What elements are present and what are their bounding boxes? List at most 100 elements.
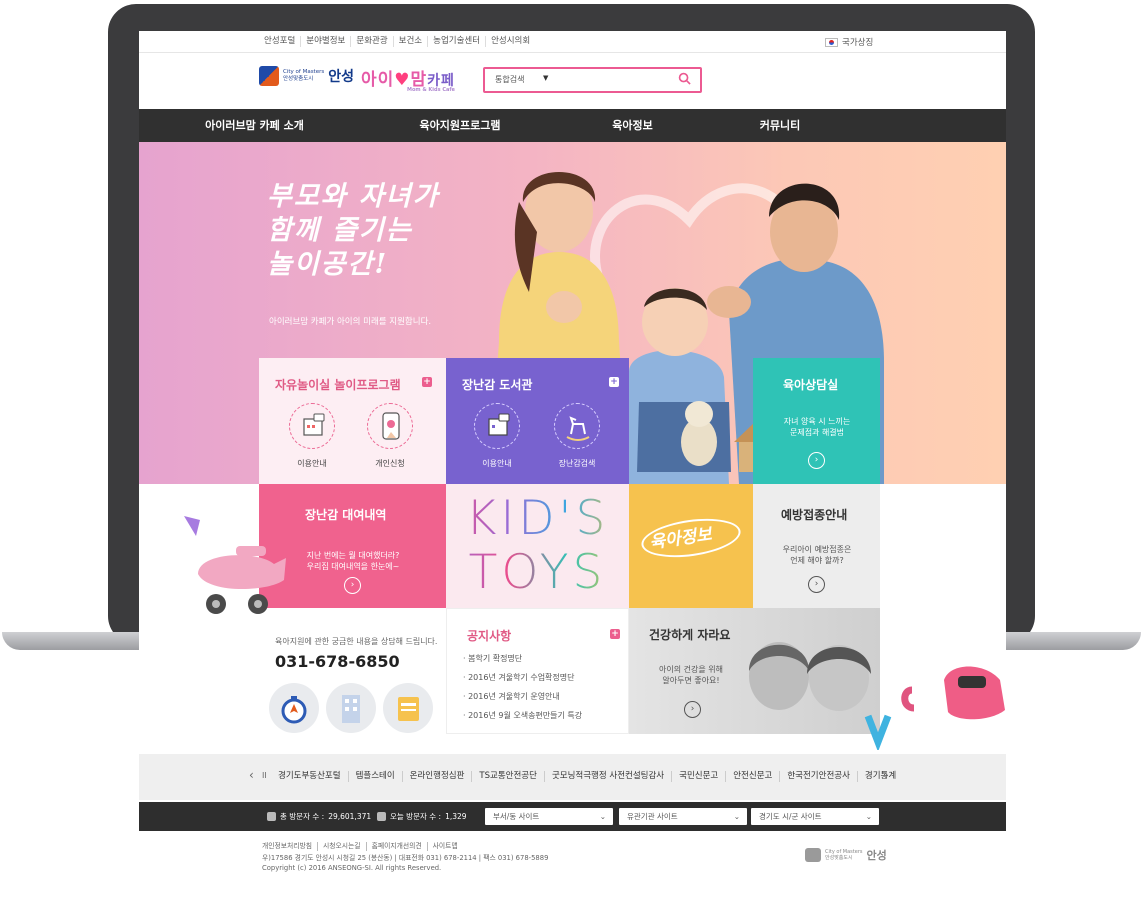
nav-item-community[interactable]: 커뮤니티 xyxy=(705,109,855,142)
rental-more-button[interactable]: › xyxy=(344,577,361,594)
notice-item[interactable]: · 2016년 9월 오색송편만들기 특강 xyxy=(463,706,582,725)
plus-icon[interactable]: + xyxy=(610,629,620,639)
cafe-logo[interactable]: 아이♥맘카페 Mom & Kids Cafe xyxy=(361,65,455,93)
vaccine-desc-line2: 언제 해야 할까? xyxy=(790,556,844,565)
today-visitors-label: 오늘 방문자 수 : xyxy=(390,812,442,821)
city-site-select[interactable]: 경기도 시/군 사이트 ⌄ xyxy=(751,808,879,825)
counsel-desc: 자녀 양육 시 느끼는 문제점과 해결법 xyxy=(767,416,867,438)
free-play-tile[interactable]: 자유놀이실 놀이프로그램 + 이용안내 개인신청 xyxy=(259,358,446,484)
related-link[interactable]: 국민신문고 xyxy=(672,771,727,782)
rocking-horse-icon[interactable] xyxy=(554,403,600,449)
top-link-fields[interactable]: 분야별정보 xyxy=(301,36,352,47)
building-icon[interactable] xyxy=(326,683,376,733)
today-visitors: 오늘 방문자 수 : 1,329 xyxy=(377,811,467,822)
top-link-portal[interactable]: 안성포털 xyxy=(259,36,302,47)
rental-desc-line2: 우리집 대여내역을 한눈에~ xyxy=(306,562,400,571)
healthy-desc-line2: 알아두면 좋아요! xyxy=(662,676,720,685)
search-box[interactable]: 통합검색 ▼ xyxy=(483,67,702,93)
notice-item[interactable]: · 2016년 겨울학기 운영안내 xyxy=(463,687,582,706)
vaccine-desc: 우리아이 예방접종은 언제 해야 할까? xyxy=(767,544,867,566)
footer-link-privacy[interactable]: 개인정보처리방침 xyxy=(262,842,319,851)
top-link-agri-center[interactable]: 농업기술센터 xyxy=(428,36,487,47)
healthy-growth-tile[interactable]: 건강하게 자라요 아이의 건강을 위해 알아두면 좋아요! › xyxy=(629,608,880,734)
footer-logo-sub: 안성맞춤도시 xyxy=(825,855,853,861)
notebook-icon[interactable] xyxy=(383,683,433,733)
contact-label: 육아지원에 관한 궁금한 내용을 상담해 드립니다. xyxy=(275,637,438,646)
visitor-bar: 총 방문자 수 : 29,601,371 오늘 방문자 수 : 1,329 부서… xyxy=(139,802,1006,831)
toy-car-decoration xyxy=(864,666,1005,750)
search-category-select[interactable]: 통합검색 xyxy=(495,74,524,85)
plus-icon[interactable]: + xyxy=(609,377,619,387)
parenting-info-tile[interactable]: 육아정보 xyxy=(629,484,753,608)
toy-library-tile[interactable]: 장난감 도서관 + 이용안내 장난감검색 xyxy=(446,358,629,484)
top-utility-nav: 안성포털 분야별정보 문화관광 보건소 농업기술센터 안성시의회 국가상징 xyxy=(139,31,1006,53)
healthy-more-button[interactable]: › xyxy=(684,701,701,718)
chevron-down-icon: ⌄ xyxy=(865,812,872,821)
calendar-icon xyxy=(377,812,386,821)
toy-plane-decoration xyxy=(184,516,286,614)
kids-toys-tile[interactable]: KID'S TOYS xyxy=(446,484,629,608)
free-play-apply-label[interactable]: 개인신청 xyxy=(355,458,425,469)
phone-apply-icon[interactable] xyxy=(367,403,413,449)
notice-item[interactable]: · 봄학기 확정명단 xyxy=(463,649,582,668)
plus-icon[interactable]: + xyxy=(422,377,432,387)
toy-library-guide-label[interactable]: 이용안내 xyxy=(462,458,532,469)
children-photo xyxy=(749,642,871,711)
nav-item-about[interactable]: 아이러브맘 카페 소개 xyxy=(139,109,360,142)
related-link[interactable]: 경기통계 xyxy=(858,771,903,782)
chevron-down-icon: ⌄ xyxy=(599,812,606,821)
related-link[interactable]: 굿모닝적극행정 사전컨설팅감사 xyxy=(545,771,673,782)
counsel-tile[interactable]: 육아상담실 자녀 양육 시 느끼는 문제점과 해결법 › xyxy=(753,358,880,484)
nav-item-parenting-info[interactable]: 육아정보 xyxy=(560,109,705,142)
dept-site-label: 부서/동 사이트 xyxy=(493,812,540,821)
related-link[interactable]: TS교통안전공단 xyxy=(472,771,545,782)
total-visitors: 총 방문자 수 : 29,601,371 xyxy=(267,811,371,822)
nav-item-programs[interactable]: 육아지원프로그램 xyxy=(360,109,560,142)
city-logo[interactable]: City of Masters 안성맞춤도시 안성 xyxy=(259,66,354,86)
rental-history-title: 장난감 대여내역 xyxy=(305,508,387,522)
dept-site-select[interactable]: 부서/동 사이트 ⌄ xyxy=(485,808,613,825)
related-link[interactable]: 템플스테이 xyxy=(349,771,403,782)
search-icon[interactable] xyxy=(678,72,691,85)
city-site-label: 경기도 시/군 사이트 xyxy=(759,812,822,821)
top-link-culture[interactable]: 문화관광 xyxy=(351,36,394,47)
vaccine-desc-line1: 우리아이 예방접종은 xyxy=(782,545,852,554)
vaccine-tile[interactable]: 예방접종안내 우리아이 예방접종은 언제 해야 할까? › xyxy=(753,484,880,608)
related-link[interactable]: 안전신문고 xyxy=(726,771,781,782)
chevron-down-icon[interactable]: ▼ xyxy=(543,74,548,82)
top-link-council[interactable]: 안성시의회 xyxy=(486,36,535,47)
top-link-health-center[interactable]: 보건소 xyxy=(394,36,429,47)
today-visitors-count: 1,329 xyxy=(445,812,467,821)
footer-link-directions[interactable]: 시청오시는길 xyxy=(323,842,367,851)
footer-link-feedback[interactable]: 홈페이지개선의견 xyxy=(372,842,428,851)
hero-slogan-line3: 놀이공간! xyxy=(267,249,389,280)
healthy-desc: 아이의 건강을 위해 알아두면 좋아요! xyxy=(641,664,741,686)
total-visitors-count: 29,601,371 xyxy=(328,812,372,821)
pause-icon[interactable]: II xyxy=(262,771,267,780)
calendar-icon[interactable] xyxy=(289,403,335,449)
related-link[interactable]: 온라인행정심판 xyxy=(403,771,473,782)
people-icon xyxy=(267,812,276,821)
notice-item[interactable]: · 2016년 겨울학기 수업확정명단 xyxy=(463,668,582,687)
next-arrow-icon[interactable]: › xyxy=(884,768,889,782)
counsel-more-button[interactable]: › xyxy=(808,452,825,469)
counsel-desc-line1: 자녀 양육 시 느끼는 xyxy=(783,417,851,426)
related-link[interactable]: 경기도부동산포털 xyxy=(271,771,349,782)
agency-site-label: 유관기관 사이트 xyxy=(627,812,678,821)
notice-title[interactable]: 공지사항 xyxy=(467,627,511,644)
prev-arrow-icon[interactable]: ‹ xyxy=(249,768,254,782)
footer-link-sitemap[interactable]: 사이트맵 xyxy=(433,842,463,851)
stopwatch-icon[interactable] xyxy=(269,683,319,733)
calendar-icon[interactable] xyxy=(474,403,520,449)
vaccine-title: 예방접종안내 xyxy=(781,508,848,522)
main-nav: 아이러브맘 카페 소개 육아지원프로그램 육아정보 커뮤니티 xyxy=(139,109,1006,142)
free-play-guide-label[interactable]: 이용안내 xyxy=(277,458,347,469)
agency-site-select[interactable]: 유관기관 사이트 ⌄ xyxy=(619,808,747,825)
footer-city-logo: City of Masters 안성맞춤도시 안성 xyxy=(805,847,887,863)
vaccine-more-button[interactable]: › xyxy=(808,576,825,593)
total-visitors-label: 총 방문자 수 : xyxy=(280,812,325,821)
related-link[interactable]: 한국전기안전공사 xyxy=(780,771,858,782)
national-symbol-link[interactable]: 국가상징 xyxy=(825,36,873,48)
hero-subtitle: 아이러브맘 카페가 아이의 미래를 지원합니다. xyxy=(269,317,432,327)
toy-search-label[interactable]: 장난감검색 xyxy=(542,458,612,469)
